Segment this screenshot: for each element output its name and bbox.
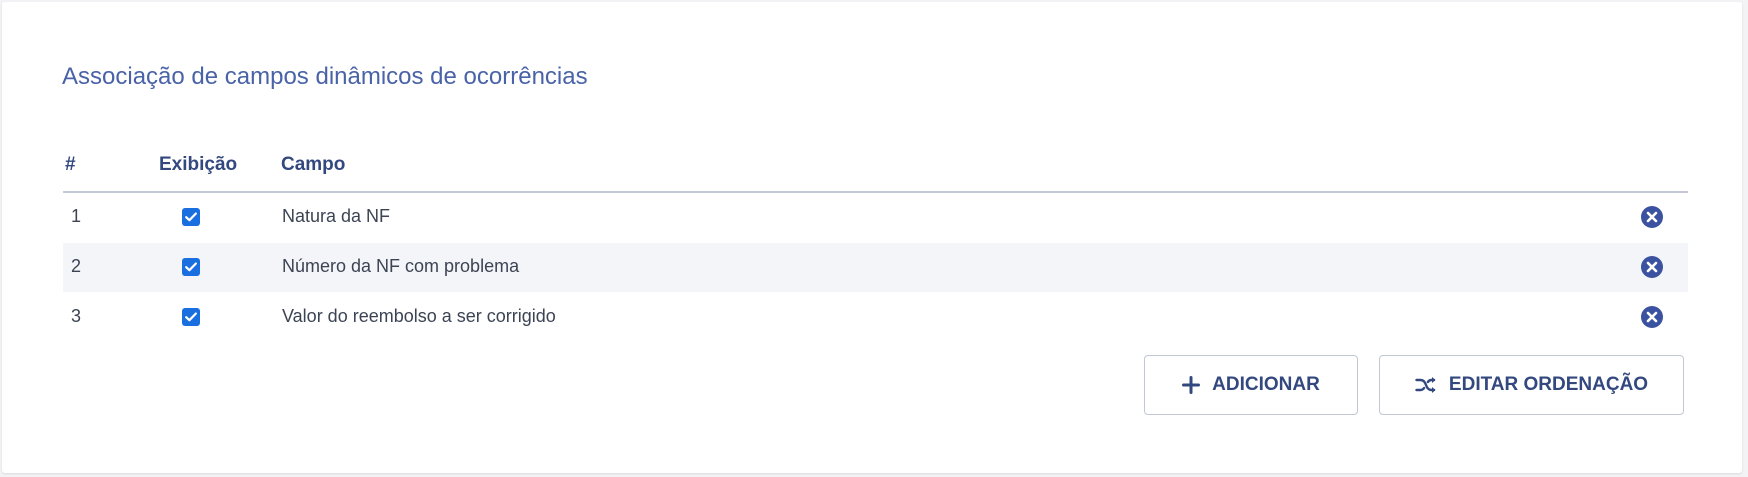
check-icon xyxy=(185,312,197,322)
row-field-name: Natura da NF xyxy=(282,206,391,226)
plus-icon xyxy=(1182,376,1201,394)
table-row: 1 Natura da NF xyxy=(63,193,1688,243)
panel-title: Associação de campos dinâmicos de ocorrê… xyxy=(62,63,588,90)
close-circle-icon xyxy=(1641,306,1663,328)
header-field: Campo xyxy=(281,154,346,175)
check-icon xyxy=(185,212,197,222)
row-index: 2 xyxy=(71,256,82,276)
display-checkbox[interactable] xyxy=(182,308,200,326)
table-row: 3 Valor do reembolso a ser corrigido xyxy=(63,293,1688,343)
close-circle-icon xyxy=(1641,256,1663,278)
edit-order-button[interactable]: EDITAR ORDENAÇÃO xyxy=(1379,355,1684,415)
row-index: 1 xyxy=(71,206,82,226)
dynamic-fields-panel: Associação de campos dinâmicos de ocorrê… xyxy=(2,2,1742,473)
check-icon xyxy=(185,262,197,272)
header-index: # xyxy=(65,154,76,175)
remove-row-button[interactable] xyxy=(1640,305,1664,329)
edit-order-button-label: EDITAR ORDENAÇÃO xyxy=(1448,374,1649,395)
shuffle-icon xyxy=(1415,377,1436,393)
remove-row-button[interactable] xyxy=(1640,255,1664,279)
add-button[interactable]: ADICIONAR xyxy=(1144,355,1358,415)
table-row: 2 Número da NF com problema xyxy=(63,243,1688,293)
add-button-label: ADICIONAR xyxy=(1212,374,1320,395)
fields-table: # Exibição Campo 1 Natura da NF 2 Número… xyxy=(63,142,1688,343)
row-index: 3 xyxy=(71,306,82,326)
display-checkbox[interactable] xyxy=(182,208,200,226)
remove-row-button[interactable] xyxy=(1640,205,1664,229)
row-field-name: Número da NF com problema xyxy=(282,256,520,276)
row-field-name: Valor do reembolso a ser corrigido xyxy=(282,306,556,326)
table-header: # Exibição Campo xyxy=(63,142,1688,193)
display-checkbox[interactable] xyxy=(182,258,200,276)
header-display: Exibição xyxy=(159,154,238,175)
close-circle-icon xyxy=(1641,206,1663,228)
